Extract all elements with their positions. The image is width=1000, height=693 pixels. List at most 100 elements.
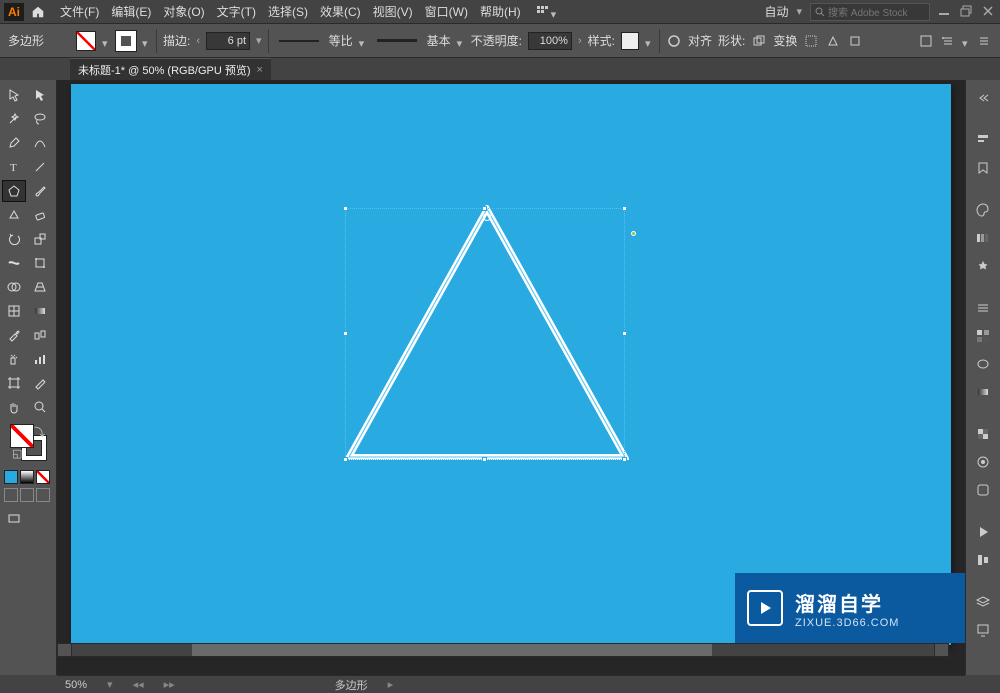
artboard-nav-prev-icon[interactable]: ◂◂ (133, 678, 144, 691)
handle-sw[interactable] (343, 457, 348, 462)
screen-mode-tool[interactable] (2, 508, 26, 530)
chevron-right-icon[interactable]: › (578, 35, 582, 47)
paintbrush-tool[interactable] (28, 180, 52, 202)
menu-effect[interactable]: 效果(C) (314, 3, 367, 20)
scroll-left-icon[interactable] (58, 644, 72, 656)
menu-file[interactable]: 文件(F) (54, 3, 105, 20)
style-label[interactable]: 样式: (588, 32, 615, 49)
curvature-tool[interactable] (28, 132, 52, 154)
stroke-weight-input[interactable] (206, 32, 250, 50)
rotate-tool[interactable] (2, 228, 26, 250)
libraries-panel-icon[interactable] (971, 156, 995, 180)
stepper-down-icon[interactable]: ‹ (196, 35, 200, 47)
shape-mode-icon[interactable] (751, 33, 767, 49)
shape-builder-tool[interactable] (2, 276, 26, 298)
draw-inside-icon[interactable] (36, 488, 50, 502)
pen-tool[interactable] (2, 132, 26, 154)
chevron-down-icon[interactable]: ▾ (142, 37, 150, 45)
expand-panels-icon[interactable] (971, 86, 995, 110)
chevron-down-icon[interactable]: ▾ (457, 37, 465, 45)
handle-w[interactable] (343, 331, 348, 336)
menu-window[interactable]: 窗口(W) (419, 3, 474, 20)
width-tool[interactable] (2, 252, 26, 274)
asset-export-panel-icon[interactable] (971, 618, 995, 642)
close-icon[interactable] (982, 5, 996, 19)
layout-mode-label[interactable]: 自动 (764, 3, 788, 20)
perspective-grid-tool[interactable] (28, 276, 52, 298)
handle-se[interactable] (622, 457, 627, 462)
selection-tool[interactable] (2, 84, 26, 106)
scale-tool[interactable] (28, 228, 52, 250)
horizontal-scrollbar[interactable] (57, 643, 949, 657)
menu-edit[interactable]: 编辑(E) (105, 3, 157, 20)
handle-s[interactable] (482, 457, 487, 462)
eyedropper-tool[interactable] (2, 324, 26, 346)
handle-e[interactable] (622, 331, 627, 336)
chevron-down-icon[interactable]: ▾ (551, 8, 559, 16)
properties-panel-icon[interactable] (971, 128, 995, 152)
stroke-label[interactable]: 描边: (163, 32, 190, 49)
chevron-right-icon[interactable]: ▸ (388, 678, 394, 691)
magic-wand-tool[interactable] (2, 108, 26, 130)
artboard-tool[interactable] (2, 372, 26, 394)
menu-view[interactable]: 视图(V) (367, 3, 419, 20)
stroke-swatch[interactable] (116, 31, 136, 51)
handle-n[interactable] (482, 206, 487, 211)
chevron-down-icon[interactable]: ▾ (102, 37, 110, 45)
transform-icon-2[interactable] (825, 33, 841, 49)
artboard-nav-next-icon[interactable]: ▸▸ (164, 678, 175, 691)
gradient-panel-icon[interactable] (971, 380, 995, 404)
isolate-icon[interactable] (918, 33, 934, 49)
type-tool[interactable]: T (2, 156, 26, 178)
color-panel-icon[interactable] (971, 198, 995, 222)
default-fill-stroke-icon[interactable]: ◱ (12, 447, 22, 460)
symbols-panel-icon[interactable] (971, 254, 995, 278)
panel-menu-icon[interactable] (976, 33, 992, 49)
graphic-styles-panel-icon[interactable] (971, 478, 995, 502)
appearance-panel-icon[interactable] (971, 450, 995, 474)
fill-indicator[interactable] (10, 424, 34, 448)
column-graph-tool[interactable] (28, 348, 52, 370)
zoom-level[interactable]: 50% (65, 679, 87, 691)
fill-stroke-indicator[interactable]: ⤵ ◱ (10, 424, 46, 460)
transform-icon-3[interactable] (847, 33, 863, 49)
menu-select[interactable]: 选择(S) (262, 3, 314, 20)
handle-ne[interactable] (622, 206, 627, 211)
blend-tool[interactable] (28, 324, 52, 346)
close-icon[interactable]: × (257, 64, 263, 76)
eraser-tool[interactable] (28, 204, 52, 226)
stroke-panel-icon[interactable] (971, 296, 995, 320)
swatches-panel-icon[interactable] (971, 324, 995, 348)
tab-document[interactable]: 未标题-1* @ 50% (RGB/GPU 预览) × (70, 58, 271, 80)
direct-selection-tool[interactable] (28, 84, 52, 106)
home-icon[interactable] (30, 5, 46, 19)
hand-tool[interactable] (2, 396, 26, 418)
chevron-down-icon[interactable]: ▾ (107, 678, 113, 691)
line-tool[interactable] (28, 156, 52, 178)
color-mode-normal[interactable] (4, 470, 18, 484)
style-swatch[interactable] (621, 32, 639, 50)
menu-help[interactable]: 帮助(H) (474, 3, 527, 20)
brushes-panel-icon[interactable] (971, 352, 995, 376)
color-guide-panel-icon[interactable] (971, 226, 995, 250)
minimize-icon[interactable] (938, 5, 952, 19)
play-panel-icon[interactable] (971, 520, 995, 544)
transparency-panel-icon[interactable] (971, 422, 995, 446)
workspace-switcher-icon[interactable] (535, 4, 551, 20)
draw-behind-icon[interactable] (20, 488, 34, 502)
chevron-down-icon[interactable]: ▾ (796, 5, 802, 18)
draw-normal-icon[interactable] (4, 488, 18, 502)
swap-fill-stroke-icon[interactable]: ⤵ (34, 424, 44, 440)
transform-icon-1[interactable] (803, 33, 819, 49)
slice-tool[interactable] (28, 372, 52, 394)
polygon-tool[interactable] (2, 180, 26, 202)
search-input[interactable]: 搜索 Adobe Stock (810, 3, 930, 21)
color-mode-gradient[interactable] (20, 470, 34, 484)
canvas[interactable]: 溜溜自学 ZIXUE.3D66.COM (57, 80, 965, 675)
transform-label[interactable]: 变换 (773, 32, 797, 49)
handle-nw[interactable] (343, 206, 348, 211)
symbol-sprayer-tool[interactable] (2, 348, 26, 370)
chevron-down-icon[interactable]: ▾ (359, 37, 367, 45)
menu-type[interactable]: 文字(T) (211, 3, 262, 20)
fill-swatch[interactable] (76, 31, 96, 51)
